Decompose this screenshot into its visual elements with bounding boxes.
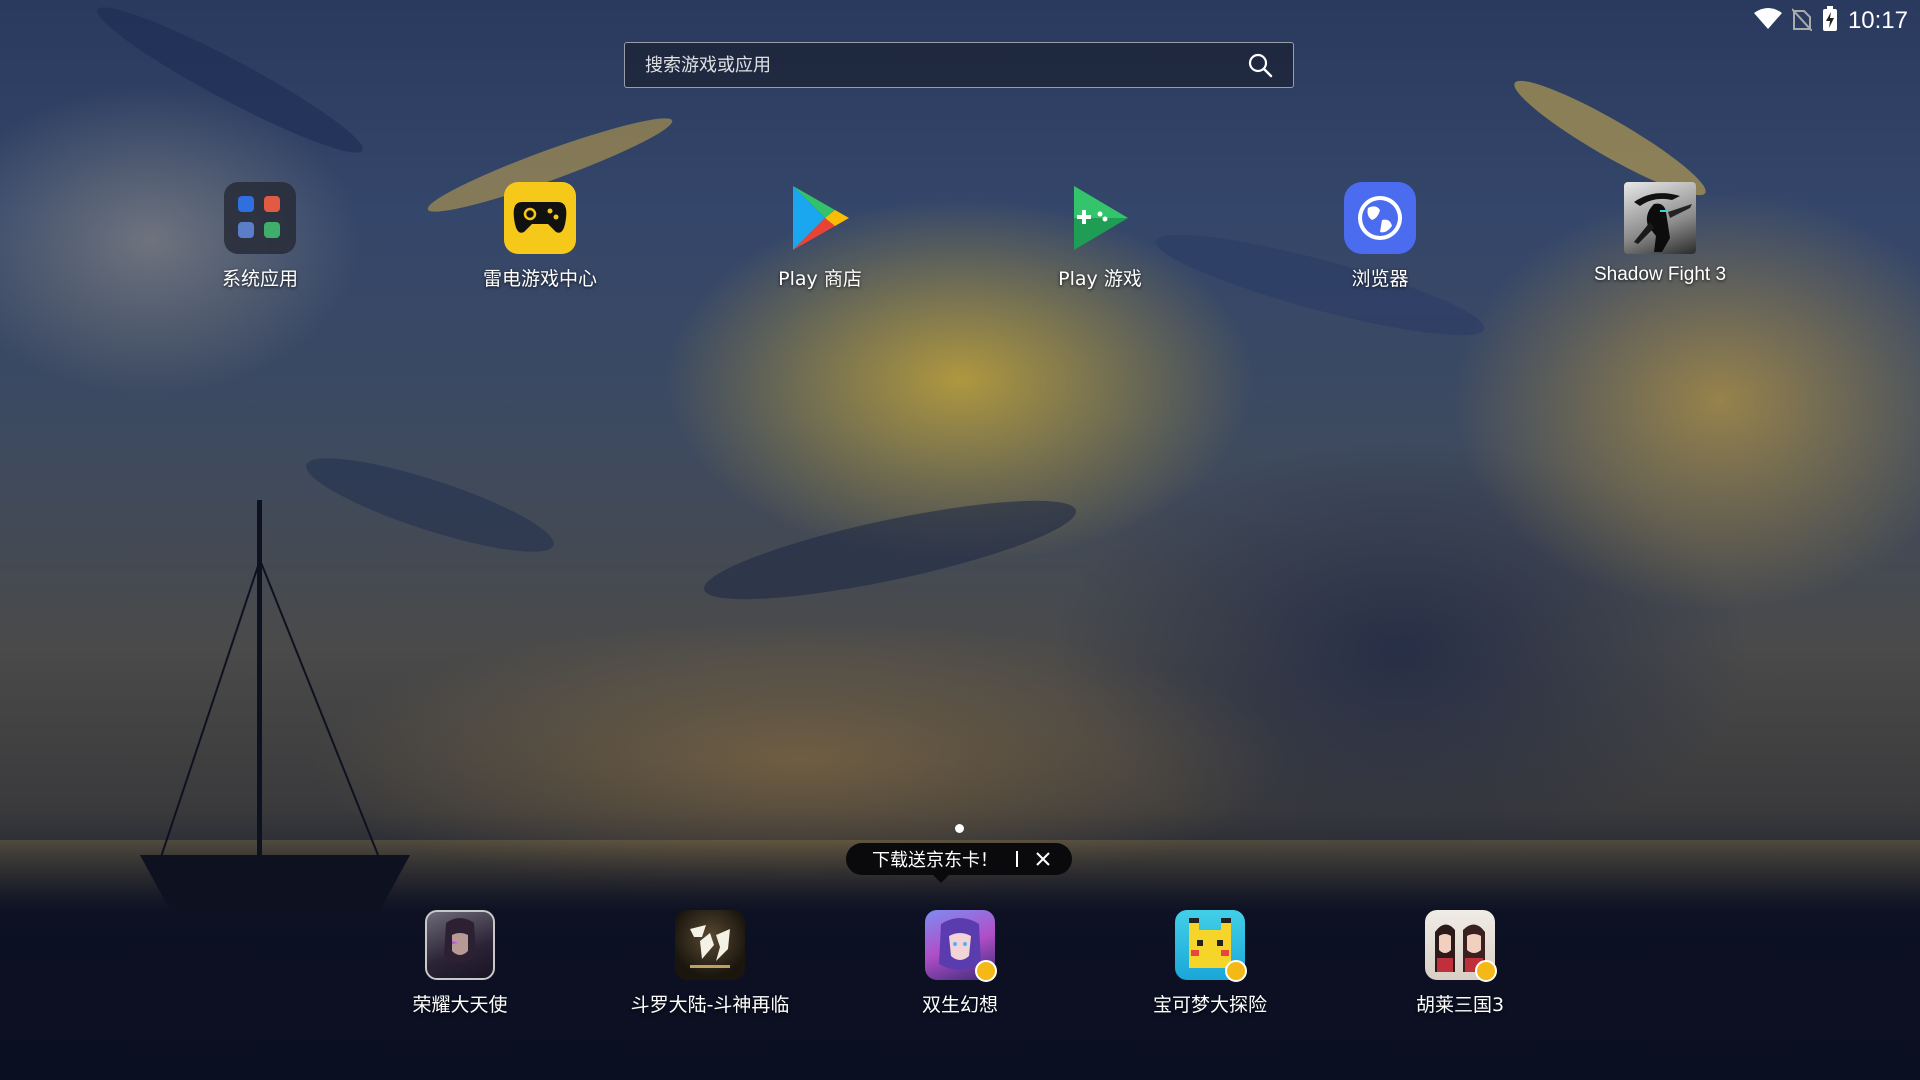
app-label: 双生幻想 [921, 994, 998, 1016]
promo-tooltip-text[interactable]: 下载送京东卡！ [872, 846, 998, 872]
app-label: 宝可梦大探险 [1152, 994, 1267, 1016]
no-sim-icon [1791, 7, 1813, 35]
app-browser[interactable]: 浏览器 [1270, 182, 1490, 291]
search-input[interactable] [625, 53, 1245, 77]
game-icon [675, 910, 745, 980]
play-games-icon [1064, 182, 1136, 254]
app-label: 斗罗大陆-斗神再临 [630, 994, 790, 1016]
dock-app-1[interactable]: 荣耀大天使 [350, 910, 570, 1017]
app-system-apps[interactable]: 系统应用 [150, 182, 370, 291]
app-label: 系统应用 [221, 268, 298, 290]
dock-app-5[interactable]: 胡莱三国3 [1350, 910, 1570, 1017]
download-badge [1475, 960, 1497, 982]
promo-tooltip[interactable]: 下载送京东卡！ [846, 843, 1072, 883]
game-icon [425, 910, 495, 980]
dock-app-4[interactable]: 宝可梦大探险 [1100, 910, 1320, 1017]
app-label: Shadow Fight 3 [1593, 264, 1727, 285]
app-play-games[interactable]: Play 游戏 [990, 182, 1210, 291]
gamepad-icon [504, 182, 576, 254]
status-time: 10:17 [1847, 7, 1908, 34]
app-play-store[interactable]: Play 商店 [710, 182, 930, 291]
search-icon[interactable] [1245, 50, 1275, 80]
game-icon [1425, 910, 1497, 982]
folder-icon [224, 182, 296, 254]
app-label: Play 游戏 [1058, 268, 1142, 290]
page-indicator-dot [955, 824, 964, 833]
app-label: Play 商店 [778, 268, 862, 290]
app-label: 浏览器 [1351, 268, 1409, 290]
battery-charging-icon [1822, 6, 1838, 36]
wifi-icon [1753, 7, 1782, 35]
download-badge [1225, 960, 1247, 982]
play-store-icon [784, 182, 856, 254]
close-icon[interactable] [1034, 850, 1052, 868]
app-shadow-fight-3[interactable]: Shadow Fight 3 [1550, 182, 1770, 286]
app-label: 胡莱三国3 [1415, 994, 1505, 1016]
tooltip-divider [1016, 851, 1018, 867]
status-bar: 10:17 [1753, 6, 1908, 36]
shadow-fight-icon [1624, 182, 1696, 254]
app-label: 雷电游戏中心 [482, 268, 597, 290]
search-bar[interactable] [624, 42, 1294, 88]
game-icon [925, 910, 997, 982]
app-label: 荣耀大天使 [412, 994, 508, 1016]
app-ldplayer-game-center[interactable]: 雷电游戏中心 [430, 182, 650, 291]
browser-icon [1344, 182, 1416, 254]
dock-app-3[interactable]: 双生幻想 [850, 910, 1070, 1017]
download-badge [975, 960, 997, 982]
game-icon [1175, 910, 1247, 982]
sailboat-silhouette [140, 500, 410, 910]
dock-app-2[interactable]: 斗罗大陆-斗神再临 [600, 910, 820, 1017]
